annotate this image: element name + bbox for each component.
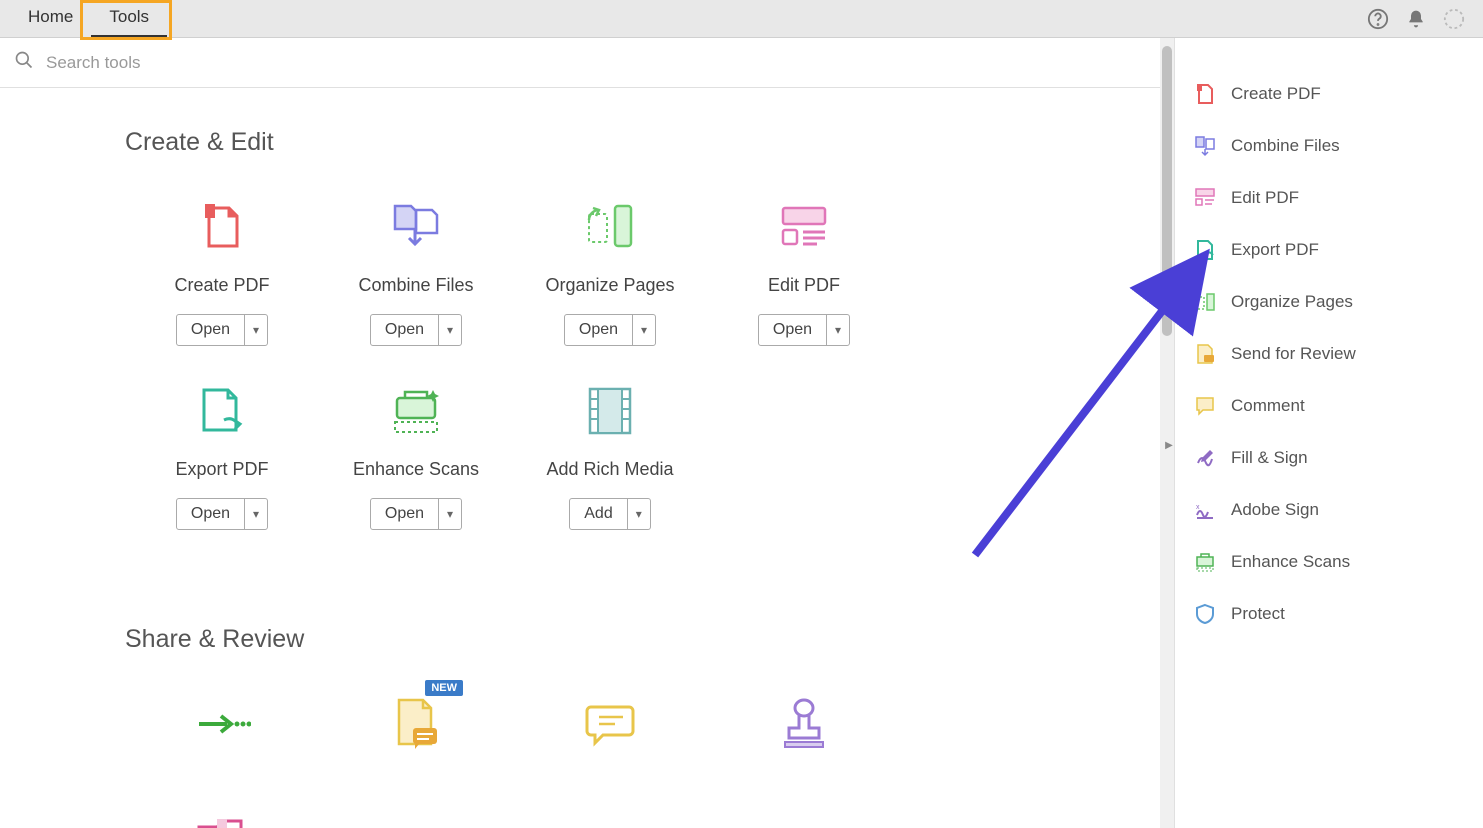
sidebar-item-send-review[interactable]: Send for Review xyxy=(1193,328,1465,380)
combine-files-icon xyxy=(381,197,451,257)
chevron-down-icon[interactable]: ▾ xyxy=(438,315,461,345)
tool-export-pdf[interactable]: Export PDF Open▾ xyxy=(125,381,319,530)
topbar: Home Tools xyxy=(0,0,1483,38)
sidebar-item-combine-files[interactable]: Combine Files xyxy=(1193,120,1465,172)
tool-open-button[interactable]: Open▾ xyxy=(370,498,462,530)
search-bar xyxy=(0,38,1160,88)
combine-files-icon xyxy=(1193,134,1217,158)
tool-comment[interactable] xyxy=(513,694,707,772)
tool-compare[interactable] xyxy=(125,807,319,828)
sidebar-item-label: Create PDF xyxy=(1231,84,1321,104)
sidebar-item-label: Adobe Sign xyxy=(1231,500,1319,520)
sidebar-item-label: Protect xyxy=(1231,604,1285,624)
tool-label: Add Rich Media xyxy=(546,459,673,480)
collapse-panel-icon[interactable]: ▶ xyxy=(1163,433,1175,457)
chevron-down-icon[interactable]: ▾ xyxy=(438,499,461,529)
tool-label: Organize Pages xyxy=(545,275,674,296)
tool-organize-pages[interactable]: Organize Pages Open▾ xyxy=(513,197,707,346)
sidebar-item-export-pdf[interactable]: Export PDF xyxy=(1193,224,1465,276)
protect-icon xyxy=(1193,602,1217,626)
review-doc-icon xyxy=(381,694,451,754)
section-title-share-review: Share & Review xyxy=(125,625,1070,654)
notifications-icon[interactable] xyxy=(1403,6,1429,32)
tool-label: Export PDF xyxy=(175,459,268,480)
main-tabs: Home Tools xyxy=(10,0,167,38)
sidebar-item-fill-sign[interactable]: Fill & Sign xyxy=(1193,432,1465,484)
stamp-icon xyxy=(769,694,839,754)
tool-share[interactable] xyxy=(125,694,319,772)
scrollbar-thumb[interactable] xyxy=(1162,46,1172,336)
sidebar-item-comment[interactable]: Comment xyxy=(1193,380,1465,432)
fill-sign-icon xyxy=(1193,446,1217,470)
sidebar-item-protect[interactable]: Protect xyxy=(1193,588,1465,640)
sidebar-item-label: Edit PDF xyxy=(1231,188,1299,208)
sidebar-item-label: Export PDF xyxy=(1231,240,1319,260)
tool-combine-files[interactable]: Combine Files Open▾ xyxy=(319,197,513,346)
search-icon xyxy=(14,50,34,75)
tool-open-button[interactable]: Open▾ xyxy=(176,314,268,346)
sidebar-item-label: Comment xyxy=(1231,396,1305,416)
tool-open-button[interactable]: Open▾ xyxy=(176,498,268,530)
export-pdf-icon xyxy=(1193,238,1217,262)
tool-grid-share-review: NEW xyxy=(125,694,1070,828)
tab-home[interactable]: Home xyxy=(10,0,91,38)
tool-open-button[interactable]: Open▾ xyxy=(564,314,656,346)
edit-pdf-icon xyxy=(769,197,839,257)
enhance-scans-icon xyxy=(1193,550,1217,574)
edit-pdf-icon xyxy=(1193,186,1217,210)
chevron-down-icon[interactable]: ▾ xyxy=(244,499,267,529)
review-doc-icon xyxy=(1193,342,1217,366)
compare-icon xyxy=(187,807,257,828)
sidebar-item-label: Enhance Scans xyxy=(1231,552,1350,572)
tool-grid-create-edit: Create PDF Open▾ Combine Files Open▾ Org… xyxy=(125,197,1070,565)
sidebar-item-label: Combine Files xyxy=(1231,136,1340,156)
chevron-down-icon[interactable]: ▾ xyxy=(244,315,267,345)
help-icon[interactable] xyxy=(1365,6,1391,32)
sidebar-item-label: Send for Review xyxy=(1231,344,1356,364)
sidebar-item-organize-pages[interactable]: Organize Pages xyxy=(1193,276,1465,328)
tool-label: Enhance Scans xyxy=(353,459,479,480)
tool-open-button[interactable]: Open▾ xyxy=(758,314,850,346)
sidebar-item-label: Organize Pages xyxy=(1231,292,1353,312)
tool-label: Edit PDF xyxy=(768,275,840,296)
enhance-scans-icon xyxy=(381,381,451,441)
tool-enhance-scans[interactable]: Enhance Scans Open▾ xyxy=(319,381,513,530)
share-arrow-icon xyxy=(187,694,257,754)
tool-open-button[interactable]: Open▾ xyxy=(370,314,462,346)
tool-create-pdf[interactable]: Create PDF Open▾ xyxy=(125,197,319,346)
tool-stamp[interactable] xyxy=(707,694,901,772)
tool-add-rich-media[interactable]: Add Rich Media Add▾ xyxy=(513,381,707,530)
main-content: Create & Edit Create PDF Open▾ Combine F… xyxy=(0,38,1160,828)
comment-bubble-icon xyxy=(1193,394,1217,418)
tool-label: Combine Files xyxy=(358,275,473,296)
chevron-down-icon[interactable]: ▾ xyxy=(826,315,849,345)
create-pdf-icon xyxy=(1193,82,1217,106)
export-pdf-icon xyxy=(187,381,257,441)
tab-tools[interactable]: Tools xyxy=(91,0,167,38)
create-pdf-icon xyxy=(187,197,257,257)
rich-media-icon xyxy=(575,381,645,441)
new-badge: NEW xyxy=(425,680,463,696)
side-panel: ▶ Create PDF Combine Files Edit PDF Expo… xyxy=(1174,38,1483,828)
adobe-sign-icon: x xyxy=(1193,498,1217,522)
tool-send-review[interactable]: NEW xyxy=(319,694,513,772)
search-input[interactable] xyxy=(46,53,446,73)
comment-bubble-icon xyxy=(575,694,645,754)
tool-add-button[interactable]: Add▾ xyxy=(569,498,651,530)
svg-text:x: x xyxy=(1196,504,1200,511)
sidebar-item-edit-pdf[interactable]: Edit PDF xyxy=(1193,172,1465,224)
chevron-down-icon[interactable]: ▾ xyxy=(627,499,650,529)
sidebar-item-enhance-scans[interactable]: Enhance Scans xyxy=(1193,536,1465,588)
sidebar-item-adobe-sign[interactable]: x Adobe Sign xyxy=(1193,484,1465,536)
organize-pages-icon xyxy=(575,197,645,257)
tool-edit-pdf[interactable]: Edit PDF Open▾ xyxy=(707,197,901,346)
organize-pages-icon xyxy=(1193,290,1217,314)
tool-label: Create PDF xyxy=(174,275,269,296)
sidebar-item-label: Fill & Sign xyxy=(1231,448,1308,468)
sidebar-item-create-pdf[interactable]: Create PDF xyxy=(1193,68,1465,120)
activity-icon[interactable] xyxy=(1441,6,1467,32)
section-title-create-edit: Create & Edit xyxy=(125,128,1070,157)
chevron-down-icon[interactable]: ▾ xyxy=(632,315,655,345)
